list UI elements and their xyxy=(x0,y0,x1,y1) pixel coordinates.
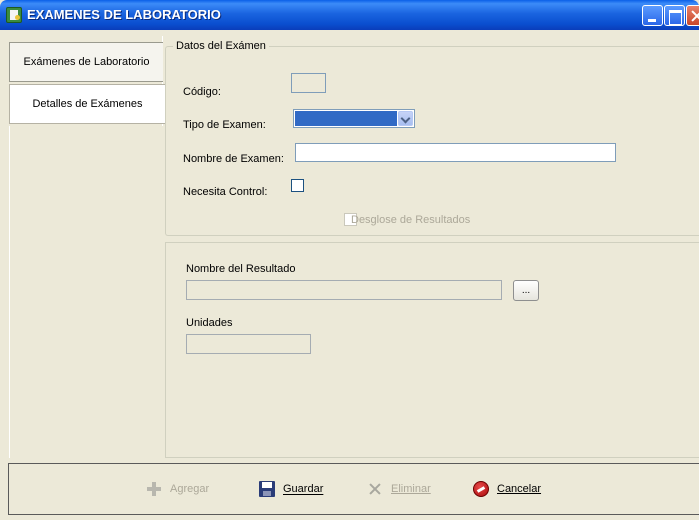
nombre-examen-label: Nombre de Examen: xyxy=(183,153,284,165)
close-button[interactable] xyxy=(686,5,699,26)
nombre-resultado-input[interactable] xyxy=(186,280,502,300)
necesita-control-label: Necesita Control: xyxy=(183,186,268,198)
datos-group: Datos del Exámen xyxy=(165,40,699,236)
cancelar-button[interactable]: Cancelar xyxy=(473,481,541,497)
window-title: EXAMENES DE LABORATORIO xyxy=(27,7,221,22)
eliminar-button[interactable]: Eliminar xyxy=(367,481,431,497)
tab-label: Exámenes de Laboratorio xyxy=(23,56,150,68)
tab-examenes-laboratorio[interactable]: Exámenes de Laboratorio xyxy=(9,42,163,82)
minimize-button[interactable] xyxy=(642,5,663,26)
client-area: Exámenes de Laboratorio Detalles de Exám… xyxy=(0,30,699,520)
tipo-examen-label: Tipo de Examen: xyxy=(183,119,266,131)
group-legend: Datos del Exámen xyxy=(173,40,269,52)
browse-button[interactable]: ... xyxy=(513,280,539,301)
side-tabs: Exámenes de Laboratorio Detalles de Exám… xyxy=(9,36,165,458)
guardar-button[interactable]: Guardar xyxy=(259,481,323,497)
agregar-button[interactable]: Agregar xyxy=(146,481,209,497)
plus-icon xyxy=(146,481,162,497)
maximize-button[interactable] xyxy=(664,5,685,26)
delete-icon xyxy=(367,481,383,497)
nombre-resultado-label: Nombre del Resultado xyxy=(186,263,296,275)
unidades-input[interactable] xyxy=(186,334,311,354)
tabs-background xyxy=(9,126,163,458)
tab-label: Detalles de Exámenes xyxy=(32,98,143,110)
necesita-control-checkbox[interactable] xyxy=(291,179,304,192)
guardar-label: Guardar xyxy=(283,483,324,495)
unidades-label: Unidades xyxy=(186,317,233,329)
resultados-panel: Nombre del Resultado ... Unidades xyxy=(165,242,699,458)
datos-panel: Datos del Exámen Código: Tipo de Examen:… xyxy=(165,36,699,238)
tab-detalles-examenes[interactable]: Detalles de Exámenes xyxy=(9,84,165,124)
desglose-label: Desglose de Resultados xyxy=(351,214,471,226)
tipo-examen-value xyxy=(295,111,397,126)
title-bar[interactable]: EXAMENES DE LABORATORIO xyxy=(0,0,699,30)
cancelar-label: Cancelar xyxy=(497,483,542,495)
eliminar-label: Eliminar xyxy=(391,483,431,495)
save-icon xyxy=(259,481,275,497)
browse-label: ... xyxy=(521,285,531,296)
tipo-examen-select[interactable] xyxy=(293,109,415,128)
codigo-label: Código: xyxy=(183,86,221,98)
cancel-icon xyxy=(473,481,489,497)
app-icon xyxy=(6,7,22,23)
codigo-input[interactable] xyxy=(291,73,326,93)
chevron-down-icon[interactable] xyxy=(398,111,413,126)
action-toolbar: Agregar Guardar Eliminar Cancelar xyxy=(8,463,699,515)
agregar-label: Agregar xyxy=(170,483,210,495)
nombre-examen-input[interactable] xyxy=(295,143,616,162)
